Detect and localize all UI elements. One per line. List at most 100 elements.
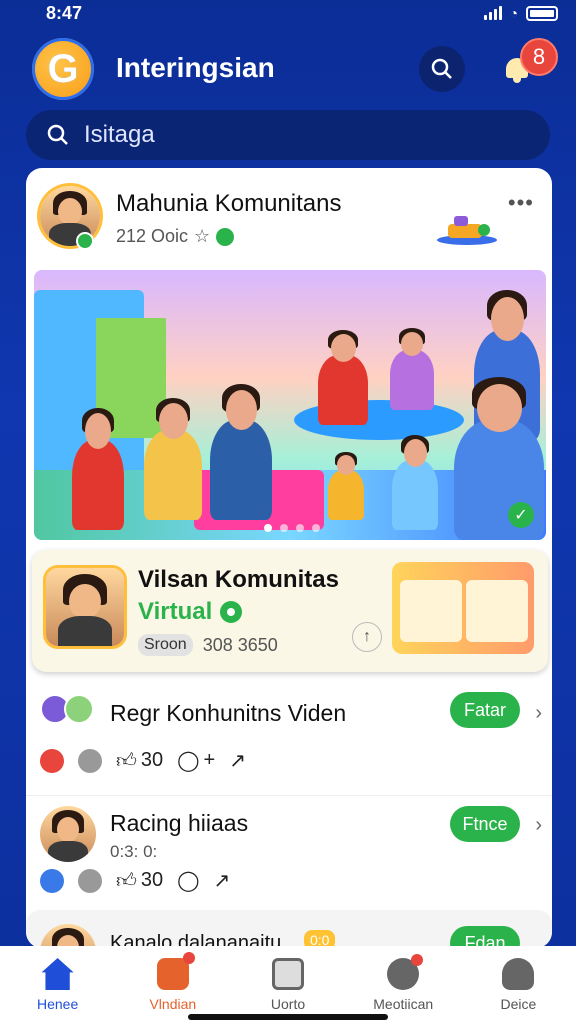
nav-label: Meotiican bbox=[373, 996, 434, 1012]
chevron-right-icon[interactable]: › bbox=[535, 814, 542, 837]
nav-community[interactable]: Vlndian bbox=[115, 946, 230, 1024]
live-event-card[interactable]: Vilsan Komunitas Virtual Sroon 308 3650 … bbox=[32, 550, 548, 672]
photo-icon bbox=[272, 958, 304, 990]
thumbnail bbox=[466, 580, 528, 642]
search-placeholder: Isitaga bbox=[84, 121, 155, 148]
list-item-meta: 0:3: 0: bbox=[110, 842, 158, 861]
music-icon[interactable] bbox=[40, 868, 64, 893]
comment-icon: ◯ bbox=[177, 870, 200, 892]
video-thumbnails[interactable] bbox=[392, 562, 534, 654]
flower-icon bbox=[220, 601, 243, 623]
battery-icon bbox=[526, 5, 558, 21]
join-button[interactable]: Fdan bbox=[450, 926, 520, 948]
post-header: Mahunia Komunitans 212 Ooic ☆ ••• bbox=[26, 168, 552, 260]
share-icon[interactable]: ↗ bbox=[229, 748, 246, 773]
logo-letter: G bbox=[47, 46, 79, 91]
comment-button[interactable]: ◯ + bbox=[177, 748, 215, 773]
bottom-nav: Henee Vlndian Uorto Meotiican Deice bbox=[0, 946, 576, 1024]
comment-count-value: + bbox=[203, 749, 216, 771]
carousel-indicator[interactable] bbox=[264, 524, 320, 532]
signal-icon bbox=[483, 6, 502, 20]
nav-label: Henee bbox=[36, 996, 79, 1012]
post-meta-text: 212 Ooic bbox=[116, 226, 189, 246]
star-icon[interactable] bbox=[78, 868, 102, 893]
nav-home[interactable]: Henee bbox=[0, 946, 115, 1024]
list-item[interactable]: Racing hiiaas 0:3: 0: Ftnce › 👍︎ 30 ◯ ↗ bbox=[26, 796, 552, 912]
home-indicator bbox=[188, 1014, 388, 1020]
row-actions: 👍︎ 30 ◯ + ↗ bbox=[40, 748, 246, 773]
live-count: 308 3650 bbox=[202, 634, 278, 655]
status-bar: 8:47 ◔ bbox=[0, 0, 576, 28]
star-icon: ☆ bbox=[194, 226, 211, 246]
live-virtual-label: Virtual bbox=[138, 598, 243, 626]
thumbnail bbox=[400, 580, 462, 642]
like-count-value: 30 bbox=[140, 869, 164, 891]
status-icons: ◔ bbox=[483, 5, 558, 21]
live-pill: Sroon bbox=[138, 634, 193, 656]
nav-label: Deice bbox=[500, 996, 537, 1012]
comment-icon: ◯ bbox=[177, 750, 200, 772]
search-input[interactable]: Isitaga bbox=[26, 110, 550, 160]
comment-button[interactable]: ◯ bbox=[177, 868, 199, 893]
live-meta: Sroon 308 3650 bbox=[138, 634, 278, 656]
status-time: 8:47 bbox=[46, 3, 83, 23]
activity-list: Regr Konhunitns Viden Fatar › 👍︎ 30 ◯ + ↗ … bbox=[26, 680, 552, 912]
join-button[interactable]: Fatar bbox=[450, 692, 520, 728]
person-figure bbox=[318, 329, 368, 425]
person-figure bbox=[144, 397, 202, 520]
music-icon[interactable] bbox=[40, 748, 64, 773]
list-item-title: Racing hiiaas bbox=[110, 810, 249, 836]
home-icon bbox=[41, 958, 74, 990]
post-meta: 212 Ooic ☆ bbox=[116, 226, 235, 247]
person-figure bbox=[392, 434, 438, 530]
user-icon bbox=[502, 958, 535, 990]
person-figure bbox=[390, 328, 434, 410]
check-icon: ✓ bbox=[508, 502, 534, 528]
thumb-icon: 👍︎ bbox=[116, 869, 137, 892]
post-title: Mahunia Komunitans bbox=[116, 190, 342, 217]
app-logo[interactable]: G bbox=[32, 38, 94, 100]
toy-decoration-icon bbox=[437, 216, 497, 245]
person-figure bbox=[72, 407, 124, 530]
like-count-value: 30 bbox=[140, 749, 164, 771]
person-figure bbox=[210, 384, 272, 520]
post-image[interactable]: ✓ bbox=[34, 270, 546, 540]
virtual-text: Virtual bbox=[138, 598, 213, 625]
avatar[interactable] bbox=[40, 924, 96, 948]
avatar-pair bbox=[40, 694, 94, 724]
online-indicator bbox=[76, 232, 94, 250]
nav-label: Vlndian bbox=[149, 996, 197, 1012]
notification-badge: 8 bbox=[520, 38, 558, 76]
list-item-title: Regr Konhunitns Viden bbox=[110, 700, 347, 726]
list-item[interactable]: Regr Konhunitns Viden Fatar › 👍︎ 30 ◯ + ↗ bbox=[26, 680, 552, 796]
feed-card: Mahunia Komunitans 212 Ooic ☆ ••• ✓ Vils… bbox=[26, 168, 552, 948]
join-button[interactable]: Ftnce bbox=[450, 806, 520, 842]
verified-icon bbox=[216, 227, 235, 246]
share-icon[interactable]: ↗ bbox=[214, 868, 231, 893]
info-button[interactable]: ↑ bbox=[352, 622, 382, 652]
like-count[interactable]: 👍︎ 30 bbox=[116, 869, 163, 893]
search-button[interactable] bbox=[419, 46, 465, 92]
avatar[interactable] bbox=[40, 806, 96, 862]
nav-photos[interactable]: Uorto bbox=[230, 946, 345, 1024]
app-header: G Interingsian bbox=[0, 34, 576, 104]
nav-label: Uorto bbox=[270, 996, 306, 1012]
nav-messages[interactable]: Meotiican bbox=[346, 946, 461, 1024]
message-icon bbox=[387, 954, 424, 990]
search-icon bbox=[431, 58, 452, 79]
star-icon[interactable] bbox=[78, 748, 102, 773]
search-icon bbox=[47, 124, 68, 145]
more-options-button[interactable]: ••• bbox=[508, 190, 534, 216]
app-title: Interingsian bbox=[116, 52, 275, 83]
host-avatar[interactable] bbox=[46, 568, 124, 646]
wifi-icon: ◔ bbox=[509, 5, 518, 21]
person-figure bbox=[328, 452, 364, 520]
row-actions: 👍︎ 30 ◯ ↗ bbox=[40, 868, 230, 893]
list-item[interactable]: Kanalo dalananaitu 0:0 Fdan bbox=[26, 910, 552, 948]
community-icon bbox=[156, 952, 195, 990]
nav-profile[interactable]: Deice bbox=[461, 946, 576, 1024]
like-count[interactable]: 👍︎ 30 bbox=[116, 749, 163, 773]
live-title: Vilsan Komunitas bbox=[138, 566, 339, 593]
thumb-icon: 👍︎ bbox=[116, 749, 137, 772]
chevron-right-icon[interactable]: › bbox=[535, 702, 542, 725]
